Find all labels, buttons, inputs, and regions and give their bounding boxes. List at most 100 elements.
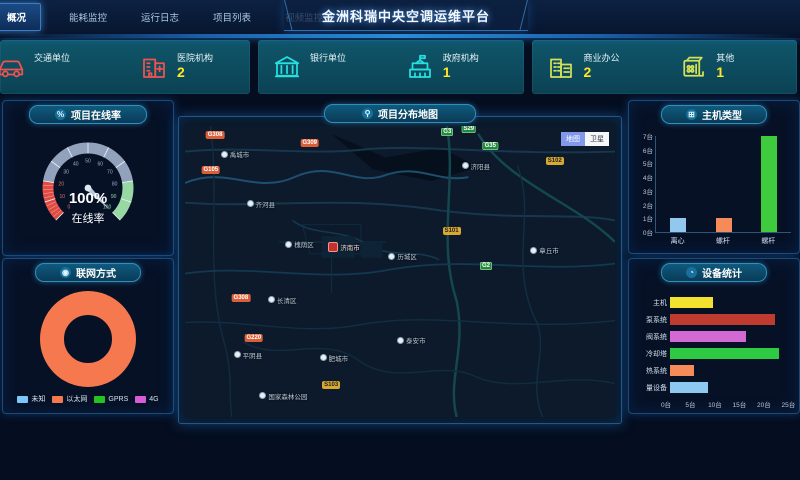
stat-item: 其他1 xyxy=(664,52,797,82)
stat-text: 交通单位 xyxy=(34,53,70,80)
place-name: 槐荫区 xyxy=(294,239,314,249)
project-marker[interactable]: 济南市 xyxy=(328,242,360,252)
top-navbar: 概况能耗监控运行日志项目列表视频监控 金洲科瑞中央空调运维平台 xyxy=(0,0,800,34)
map-place-marker: 泰安市 xyxy=(397,335,426,345)
machine-icon xyxy=(678,52,708,82)
stat-card: 交通单位医院机构2 xyxy=(0,40,250,94)
legend-swatch xyxy=(17,396,28,403)
y-axis-label: 0台 xyxy=(643,227,653,237)
x-axis-category: 螺杆 xyxy=(700,236,745,246)
map-frame: G308G309G105G3S29G35S102S101G2G308G220S1… xyxy=(178,116,622,424)
stat-value: 1 xyxy=(716,64,734,82)
network-donut-chart xyxy=(13,286,163,392)
legend-swatch xyxy=(94,396,105,403)
hospital-icon xyxy=(139,52,169,82)
place-name: 章丘市 xyxy=(539,245,559,255)
place-dot-icon xyxy=(397,337,404,344)
device-stats-axis: 0台5台10台15台20台25台 xyxy=(666,398,799,408)
panel-title: 主机类型 xyxy=(702,107,742,122)
map-button-map[interactable]: 地图 xyxy=(561,132,585,146)
device-row: 泵系统 xyxy=(633,313,789,326)
stat-label: 银行单位 xyxy=(310,53,346,64)
legend-item[interactable]: 以太网 xyxy=(52,394,87,404)
bank-icon xyxy=(272,52,302,82)
svg-text:50: 50 xyxy=(85,159,91,165)
bar xyxy=(670,348,779,359)
bar-track xyxy=(670,297,789,308)
place-name: 泰安市 xyxy=(406,335,426,345)
stat-text: 银行单位 xyxy=(310,53,346,80)
nav-tab[interactable]: 运行日志 xyxy=(135,6,185,28)
place-dot-icon xyxy=(221,151,228,158)
nav-tab[interactable]: 概况 xyxy=(0,3,41,31)
place-name: 平阴县 xyxy=(243,350,263,360)
panel-device-header: ◔ 设备统计 xyxy=(661,263,767,282)
place-dot-icon xyxy=(247,200,254,207)
device-label: 热系统 xyxy=(633,366,670,376)
stat-text: 商业办公2 xyxy=(584,53,620,82)
bar-track xyxy=(670,348,789,359)
nav-tab[interactable]: 能耗监控 xyxy=(63,6,113,28)
map-place-marker: 肥城市 xyxy=(320,353,349,363)
legend-swatch xyxy=(52,396,63,403)
place-name: 历城区 xyxy=(397,251,417,261)
svg-text:30: 30 xyxy=(63,170,69,176)
stat-text: 其他1 xyxy=(716,53,734,82)
road-badge: S101 xyxy=(443,227,461,235)
bar xyxy=(716,218,732,232)
stat-value: 2 xyxy=(584,64,620,82)
pin-icon: ⚲ xyxy=(362,108,373,119)
panel-project-map: ⚲ 项目分布地图 xyxy=(178,104,622,424)
device-row: 热系统 xyxy=(633,364,789,377)
y-axis-label: 1台 xyxy=(643,213,653,223)
x-axis-category: 离心 xyxy=(655,236,700,246)
place-name: 济南市 xyxy=(340,242,360,252)
stat-label: 其他 xyxy=(716,53,734,64)
online-rate-gauge: 0102030405060708090100 100% 在线率 xyxy=(13,128,163,250)
bar-track xyxy=(670,382,789,393)
percent-icon: % xyxy=(55,109,66,120)
legend-label: 以太网 xyxy=(66,394,87,404)
place-dot-icon xyxy=(268,296,275,303)
antenna-icon: ◉ xyxy=(60,267,71,278)
map-place-marker: 平阴县 xyxy=(234,350,263,360)
place-dot-icon xyxy=(462,162,469,169)
meter-icon: ◔ xyxy=(686,267,697,278)
map-button-satellite[interactable]: 卫星 xyxy=(585,132,609,146)
panel-network-header: ◉ 联网方式 xyxy=(35,263,141,282)
device-label: 泵系统 xyxy=(633,315,670,325)
dashboard-root: 概况能耗监控运行日志项目列表视频监控 金洲科瑞中央空调运维平台 交通单位医院机构… xyxy=(0,0,800,480)
y-axis-label: 7台 xyxy=(643,131,653,141)
network-legend: 未知 以太网 GPRS 4G xyxy=(3,394,173,404)
y-axis-label: 6台 xyxy=(643,145,653,155)
stat-item: 商业办公2 xyxy=(532,52,665,82)
gauge-value: 100% xyxy=(13,190,163,207)
nav-tab[interactable]: 项目列表 xyxy=(207,6,257,28)
panel-title: 设备统计 xyxy=(702,265,742,280)
x-axis-label: 0台 xyxy=(661,399,671,409)
place-name: 济阳县 xyxy=(471,161,491,171)
legend-item[interactable]: GPRS xyxy=(94,394,128,404)
svg-text:40: 40 xyxy=(73,161,79,167)
stat-value xyxy=(34,65,70,81)
bar xyxy=(670,365,694,376)
panel-map-header: ⚲ 项目分布地图 xyxy=(324,104,476,123)
x-axis-label: 15台 xyxy=(733,399,747,409)
device-row: 冷却塔 xyxy=(633,347,789,360)
car-icon xyxy=(0,52,26,82)
road-badge: S103 xyxy=(322,381,340,389)
legend-item[interactable]: 未知 xyxy=(17,394,45,404)
navbar-glow-divider xyxy=(0,34,800,38)
map-canvas[interactable]: G308G309G105G3S29G35S102S101G2G308G220S1… xyxy=(185,126,615,417)
stat-value: 1 xyxy=(443,64,479,82)
place-dot-icon xyxy=(234,351,241,358)
legend-item[interactable]: 4G xyxy=(135,394,158,404)
panel-title: 联网方式 xyxy=(76,265,116,280)
panel-title: 项目在线率 xyxy=(71,107,121,122)
legend-label: 4G xyxy=(149,396,158,403)
stat-value xyxy=(310,65,346,81)
bar xyxy=(670,218,686,232)
place-dot-icon xyxy=(388,253,395,260)
bar xyxy=(670,382,708,393)
x-axis-label: 25台 xyxy=(781,399,795,409)
